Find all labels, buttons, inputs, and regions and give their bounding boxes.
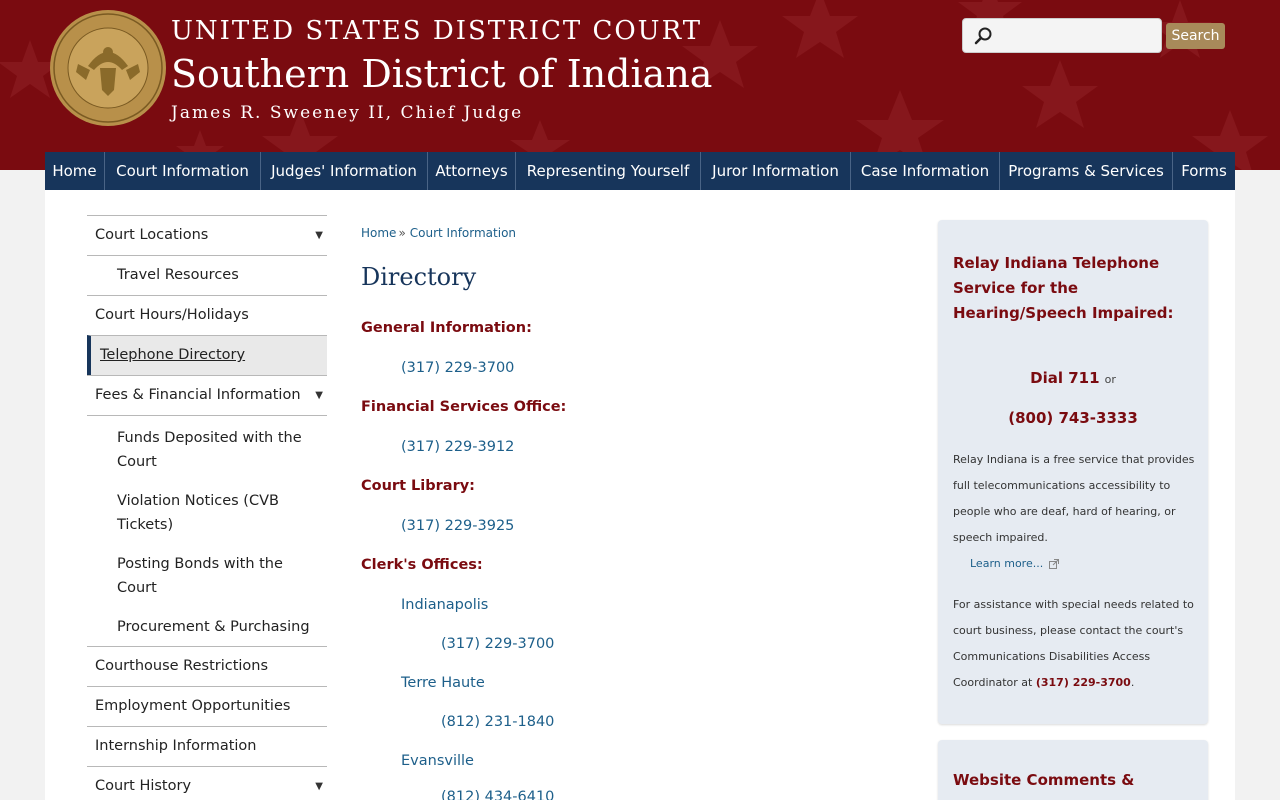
indianapolis-link[interactable]: Indianapolis bbox=[401, 597, 488, 613]
sidebar-item-court-hours[interactable]: Court Hours/Holidays bbox=[87, 295, 327, 335]
sidebar-item-employment[interactable]: Employment Opportunities bbox=[87, 686, 327, 726]
assistance-end: . bbox=[1130, 676, 1135, 689]
relay-description: Relay Indiana is a free service that pro… bbox=[953, 453, 1195, 544]
sidebar-item-internship[interactable]: Internship Information bbox=[87, 726, 327, 766]
nav-home[interactable]: Home bbox=[45, 152, 105, 190]
sidebar-menu: Court Locations ▼ Travel Resources Court… bbox=[87, 215, 327, 800]
relay-dial-text: Dial 711 bbox=[1030, 369, 1100, 387]
sidebar-item-label: Violation Notices (CVB Tickets) bbox=[117, 493, 279, 533]
relay-dial: Dial 711 or bbox=[938, 368, 1208, 387]
sidebar-item-label: Telephone Directory bbox=[100, 347, 246, 363]
clerks-offices-label: Clerk's Offices: bbox=[361, 557, 483, 573]
sidebar-item-label: Employment Opportunities bbox=[95, 698, 291, 714]
nav-forms[interactable]: Forms bbox=[1173, 152, 1235, 190]
main-nav: Home Court Information Judges' Informati… bbox=[45, 152, 1235, 190]
breadcrumb-court-information[interactable]: Court Information bbox=[410, 226, 516, 240]
search-button[interactable]: Search bbox=[1166, 23, 1225, 49]
learn-more-label: Learn more... bbox=[970, 557, 1044, 570]
relay-title: Relay Indiana Telephone Service for the … bbox=[953, 254, 1174, 322]
sidebar-item-courthouse-restrictions[interactable]: Courthouse Restrictions bbox=[87, 646, 327, 686]
sidebar-item-procurement[interactable]: Procurement & Purchasing bbox=[87, 610, 327, 646]
court-seal-logo[interactable] bbox=[48, 8, 168, 128]
sidebar-item-label: Courthouse Restrictions bbox=[95, 658, 269, 674]
assistance-description: For assistance with special needs relate… bbox=[953, 592, 1198, 696]
chief-judge: James R. Sweeney II, Chief Judge bbox=[171, 103, 524, 123]
general-info-label: General Information: bbox=[361, 320, 532, 336]
website-comments-box bbox=[938, 740, 1208, 800]
expand-arrow-icon[interactable]: ▼ bbox=[315, 390, 323, 401]
nav-judges-information[interactable]: Judges' Information bbox=[261, 152, 428, 190]
breadcrumb: Home» Court Information bbox=[361, 226, 516, 240]
sidebar-item-funds-deposited[interactable]: Funds Deposited with the Court bbox=[87, 415, 327, 484]
breadcrumb-separator: » bbox=[398, 226, 406, 240]
sidebar-item-label: Posting Bonds with the Court bbox=[117, 556, 283, 596]
general-info-phone[interactable]: (317) 229-3700 bbox=[401, 360, 514, 376]
terre-haute-phone[interactable]: (812) 231-1840 bbox=[441, 714, 554, 730]
search-input[interactable] bbox=[997, 23, 1157, 49]
sidebar-item-telephone-directory[interactable]: Telephone Directory bbox=[87, 335, 327, 375]
sidebar-item-label: Fees & Financial Information bbox=[95, 387, 301, 403]
financial-services-label: Financial Services Office: bbox=[361, 399, 567, 415]
sidebar-item-label: Funds Deposited with the Court bbox=[117, 430, 302, 470]
indianapolis-phone[interactable]: (317) 229-3700 bbox=[441, 636, 554, 652]
breadcrumb-home[interactable]: Home bbox=[361, 226, 396, 240]
nav-attorneys[interactable]: Attorneys bbox=[428, 152, 516, 190]
external-link-icon bbox=[1048, 559, 1059, 569]
nav-programs-services[interactable]: Programs & Services bbox=[1000, 152, 1173, 190]
sidebar-item-court-history[interactable]: Court History ▼ bbox=[87, 766, 327, 800]
expand-arrow-icon[interactable]: ▼ bbox=[315, 230, 323, 241]
nav-case-information[interactable]: Case Information bbox=[851, 152, 1000, 190]
court-name: UNITED STATES DISTRICT COURT bbox=[171, 16, 703, 46]
search-box bbox=[962, 18, 1162, 53]
assistance-phone: (317) 229-3700 bbox=[1035, 676, 1131, 689]
site-header: UNITED STATES DISTRICT COURT Southern Di… bbox=[0, 0, 1280, 170]
court-library-label: Court Library: bbox=[361, 478, 475, 494]
relay-or-text: or bbox=[1104, 373, 1116, 386]
sidebar-item-label: Court History bbox=[95, 778, 192, 794]
sidebar-item-fees[interactable]: Fees & Financial Information ▼ bbox=[87, 375, 327, 415]
sidebar-item-violation-notices[interactable]: Violation Notices (CVB Tickets) bbox=[87, 484, 327, 547]
sidebar-item-court-locations[interactable]: Court Locations ▼ bbox=[87, 215, 327, 255]
sidebar-item-label: Travel Resources bbox=[117, 267, 239, 283]
sidebar-item-label: Court Locations bbox=[95, 227, 209, 243]
court-library-phone[interactable]: (317) 229-3925 bbox=[401, 518, 514, 534]
evansville-phone[interactable]: (812) 434-6410 bbox=[441, 789, 554, 800]
evansville-link[interactable]: Evansville bbox=[401, 753, 474, 769]
financial-services-phone[interactable]: (317) 229-3912 bbox=[401, 439, 514, 455]
sidebar-item-label: Internship Information bbox=[95, 738, 257, 754]
sidebar-item-travel-resources[interactable]: Travel Resources bbox=[87, 255, 327, 295]
district-name[interactable]: Southern District of Indiana bbox=[171, 52, 712, 96]
expand-arrow-icon[interactable]: ▼ bbox=[315, 781, 323, 792]
terre-haute-link[interactable]: Terre Haute bbox=[401, 675, 485, 691]
nav-court-information[interactable]: Court Information bbox=[105, 152, 261, 190]
relay-phone: (800) 743-3333 bbox=[1008, 409, 1138, 427]
sidebar-item-label: Court Hours/Holidays bbox=[95, 307, 249, 323]
search-icon bbox=[974, 27, 992, 45]
nav-representing-yourself[interactable]: Representing Yourself bbox=[516, 152, 701, 190]
nav-juror-information[interactable]: Juror Information bbox=[701, 152, 851, 190]
sidebar-item-label: Procurement & Purchasing bbox=[117, 619, 310, 635]
learn-more-link[interactable]: Learn more... bbox=[970, 551, 1059, 577]
page-title: Directory bbox=[361, 263, 477, 291]
sidebar-item-posting-bonds[interactable]: Posting Bonds with the Court bbox=[87, 547, 327, 610]
website-comments-title: Website Comments & bbox=[953, 771, 1135, 789]
